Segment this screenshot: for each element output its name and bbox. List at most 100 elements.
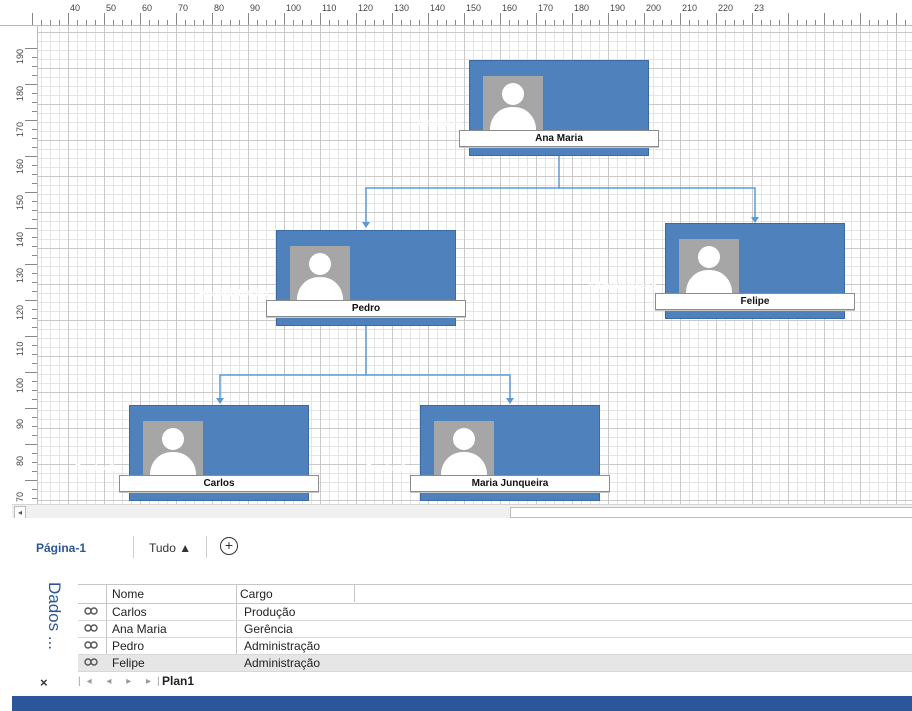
close-icon[interactable]: × [40, 675, 48, 690]
ruler-label: 190 [610, 3, 626, 13]
ruler-tick [50, 20, 51, 25]
ruler-tick [25, 372, 37, 373]
data-grid[interactable]: Nome Cargo Carlos Produção Ana Maria Ger… [78, 584, 912, 672]
ruler-label: 80 [15, 455, 25, 466]
arrowhead [216, 398, 224, 404]
ruler-tick [25, 408, 37, 409]
horizontal-scrollbar[interactable]: ◂ [12, 504, 912, 519]
left-margin [0, 0, 12, 711]
ruler-label: 170 [538, 3, 554, 13]
ruler-tick [437, 20, 438, 25]
ruler-label: 80 [214, 3, 225, 13]
ruler-tick [338, 20, 339, 25]
org-node-name: Felipe [655, 293, 855, 310]
ruler-tick [284, 13, 285, 25]
ruler-tick [86, 20, 87, 25]
ruler-tick [32, 174, 37, 175]
ruler-tick [32, 111, 37, 112]
link-icon [84, 658, 98, 666]
table-row[interactable]: Felipe Administração [78, 655, 912, 672]
sheet-navigation[interactable]: |◂ ◂ ▸ ▸| [78, 676, 166, 687]
ruler-label: 100 [15, 377, 25, 393]
cell-nome: Ana Maria [112, 622, 167, 636]
vertical-ruler: 190 180 170 160 150 140 130 120 110 100 90 80 70 [12, 26, 38, 504]
scroll-thumb[interactable] [510, 507, 912, 518]
cell-cargo: Gerência [244, 622, 293, 636]
tab-all-pages[interactable]: Tudo ▲ [149, 541, 191, 555]
ruler-tick [734, 20, 735, 25]
ruler-tick [455, 20, 456, 25]
ruler-tick [32, 273, 37, 274]
ruler-tick [608, 13, 609, 25]
ruler-tick [599, 20, 600, 25]
person-placeholder-icon [679, 239, 739, 294]
table-row[interactable]: Ana Maria Gerência [78, 621, 912, 638]
ruler-label: 150 [466, 3, 482, 13]
ruler-tick [167, 20, 168, 25]
ruler-tick [347, 20, 348, 25]
person-placeholder-icon [143, 421, 203, 476]
connector-pedro-carlos [219, 326, 367, 399]
drawing-canvas[interactable]: Gerência Ana Maria Administração Pedro A… [38, 26, 912, 504]
ruler-tick [518, 20, 519, 25]
ruler-tick [806, 20, 807, 25]
org-node-name: Carlos [119, 475, 319, 492]
ruler-label: 180 [574, 3, 590, 13]
ruler-label: 140 [430, 3, 446, 13]
add-page-icon[interactable]: + [220, 537, 238, 555]
tab-divider [133, 536, 134, 558]
ruler-tick [257, 20, 258, 25]
ruler-tick [761, 20, 762, 25]
ruler-tick [32, 66, 37, 67]
ruler-tick [25, 444, 37, 445]
ruler-tick [77, 20, 78, 25]
ruler-tick [32, 165, 37, 166]
ruler-tick [563, 20, 564, 25]
ruler-tick [491, 20, 492, 25]
ruler-tick [32, 282, 37, 283]
ruler-tick [104, 13, 105, 25]
ruler-tick [779, 20, 780, 25]
ruler-tick [25, 48, 37, 49]
ruler-tick [788, 13, 789, 25]
org-node-name: Maria Junqueira [410, 475, 610, 492]
ruler-tick [32, 255, 37, 256]
ruler-tick [32, 498, 37, 499]
ruler-tick [158, 20, 159, 25]
ruler-tick [590, 20, 591, 25]
ruler-tick [25, 480, 37, 481]
ruler-tick [302, 20, 303, 25]
sheet-tab-plan1[interactable]: Plan1 [162, 674, 194, 688]
ruler-label: 220 [718, 3, 734, 13]
horizontal-ruler: 40 50 60 70 80 90 100 110 120 130 140 150 160 170 180 1… [0, 0, 912, 26]
ruler-label: 70 [178, 3, 189, 13]
ruler-tick [770, 20, 771, 25]
table-row[interactable]: Pedro Administração [78, 638, 912, 655]
connector-ana-felipe [559, 187, 756, 218]
ruler-tick [32, 462, 37, 463]
ruler-tick [662, 20, 663, 25]
link-icon [84, 607, 98, 615]
connector-pedro-maria [366, 374, 511, 399]
ruler-tick [32, 93, 37, 94]
ruler-tick [401, 20, 402, 25]
ruler-tick [815, 20, 816, 25]
table-row[interactable]: Carlos Produção [78, 604, 912, 621]
ruler-tick [59, 20, 60, 25]
ruler-tick [32, 210, 37, 211]
column-header-cargo[interactable]: Cargo [240, 587, 273, 601]
ruler-tick [896, 13, 897, 25]
ruler-tick [320, 13, 321, 25]
org-node-role: Produção [74, 463, 121, 474]
ruler-label: 190 [15, 48, 25, 64]
ruler-tick [239, 20, 240, 25]
link-icon [84, 641, 98, 649]
ruler-label: 40 [70, 3, 81, 13]
tab-pagina-1[interactable]: Página-1 [36, 541, 86, 555]
column-header-nome[interactable]: Nome [112, 587, 144, 601]
ruler-tick [32, 75, 37, 76]
ruler-tick [536, 13, 537, 25]
cell-nome: Carlos [112, 605, 147, 619]
ruler-tick [365, 20, 366, 25]
ruler-tick [743, 20, 744, 25]
